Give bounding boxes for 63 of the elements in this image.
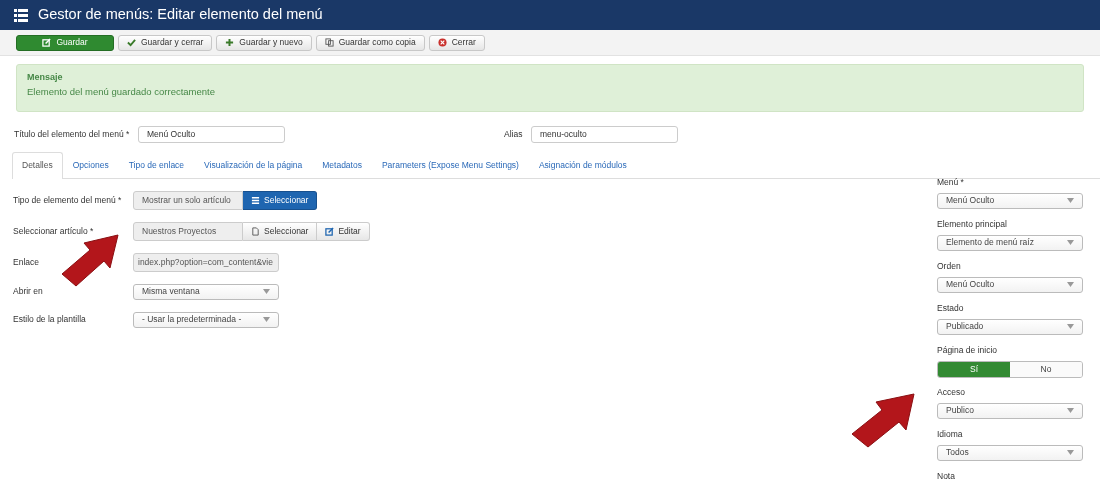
toolbar-button[interactable]: Cerrar — [428, 34, 485, 51]
toolbar-button[interactable]: Guardar — [16, 34, 114, 51]
toolbar-button[interactable]: Guardar como copia — [315, 34, 425, 51]
caret-icon — [263, 289, 270, 294]
select-button[interactable]: Seleccionar — [243, 221, 318, 241]
select-button[interactable]: Seleccionar — [243, 190, 318, 210]
tab[interactable]: Detalles — [12, 151, 63, 179]
field-label: Alias — [504, 128, 524, 142]
check-icon — [127, 38, 136, 47]
field-label: Abrir en — [13, 285, 44, 298]
field-label: Enlace — [13, 255, 40, 269]
edit-icon — [325, 226, 335, 236]
edit-icon — [42, 38, 52, 47]
arrow-icon — [850, 392, 916, 450]
field-label: Estilo de la plantilla — [13, 313, 87, 326]
tab[interactable]: Visualización de la página — [194, 151, 313, 178]
page-title: Gestor de menús: Editar elemento del menú — [38, 5, 323, 25]
title-input[interactable]: Menú Oculto — [138, 126, 285, 144]
caret-icon — [1067, 282, 1074, 288]
toggle-option[interactable]: Sí — [938, 361, 1010, 377]
list-icon — [14, 8, 28, 22]
caret-icon — [1067, 450, 1074, 456]
cancel-icon — [437, 38, 447, 47]
message-text: Elemento del menú guardado correctamente — [27, 85, 215, 97]
field-label: Orden — [937, 260, 962, 273]
alias-input[interactable]: menu-oculto — [531, 126, 678, 144]
message-heading: Mensaje — [27, 71, 64, 84]
caret-icon — [1067, 408, 1074, 414]
tab[interactable]: Asignación de módulos — [528, 151, 637, 178]
caret-icon — [1067, 324, 1074, 330]
list-icon — [251, 195, 260, 205]
tab[interactable]: Opciones — [62, 151, 119, 178]
select-dropdown[interactable]: Todos — [937, 444, 1083, 461]
field-label: Elemento principal — [937, 218, 1008, 231]
field-label: Tipo de elemento del menú * — [13, 193, 123, 207]
select-dropdown[interactable]: Publicado — [937, 318, 1083, 335]
tab[interactable]: Tipo de enlace — [118, 151, 195, 178]
field-label: Idioma — [937, 428, 964, 441]
field-label: Acceso — [937, 386, 966, 399]
file-icon — [251, 226, 260, 236]
caret-icon — [263, 317, 270, 322]
field-label: Menú * — [937, 176, 965, 189]
caret-icon — [1067, 198, 1074, 204]
select-dropdown[interactable]: - Usar la predeterminada - — [133, 311, 279, 328]
toggle-option[interactable]: No — [1010, 361, 1082, 377]
copy-icon — [324, 38, 334, 47]
select-dropdown[interactable]: Menú Oculto — [937, 276, 1083, 293]
field-label: Seleccionar artículo * — [13, 224, 95, 238]
select-dropdown[interactable]: Elemento de menú raíz — [937, 234, 1083, 251]
tab[interactable]: Parameters (Expose Menu Settings) — [371, 151, 529, 178]
field-label: Estado — [937, 302, 965, 315]
select-button[interactable]: Editar — [317, 221, 370, 241]
toolbar-button[interactable]: Guardar y nuevo — [216, 34, 312, 51]
select-dropdown[interactable]: Menú Oculto — [937, 192, 1083, 209]
plus-icon — [225, 38, 235, 47]
tab[interactable]: Metadatos — [312, 151, 372, 178]
field-label: Nota — [937, 470, 956, 483]
field-label: Página de inicio — [937, 344, 998, 357]
caret-icon — [1067, 240, 1074, 246]
select-dropdown[interactable]: Misma ventana — [133, 283, 279, 300]
toolbar-button[interactable]: Guardar y cerrar — [118, 34, 213, 51]
select-dropdown[interactable]: Publico — [937, 402, 1083, 419]
field-label: Título del elemento del menú * — [14, 128, 131, 142]
